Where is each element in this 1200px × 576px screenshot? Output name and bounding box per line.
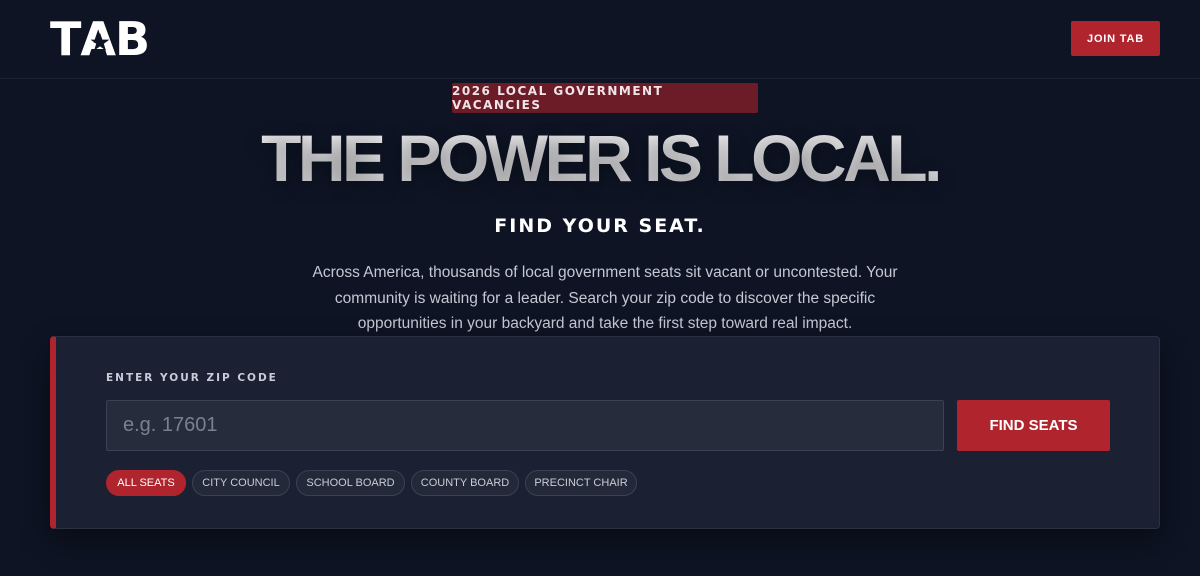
page-title: THE POWER IS LOCAL. [0, 118, 1200, 198]
zip-code-input[interactable] [106, 400, 944, 451]
site-header: TAB JOIN TAB [0, 0, 1200, 79]
intro-paragraph: Across America, thousands of local gover… [312, 264, 898, 332]
filter-chip-all-seats[interactable]: ALL SEATS [106, 470, 186, 496]
filter-chip-precinct-chair[interactable]: PRECINCT CHAIR [525, 470, 637, 496]
zip-search-panel: ENTER YOUR ZIP CODE FIND SEATS ALL SEATS… [50, 336, 1160, 529]
zip-code-label: ENTER YOUR ZIP CODE [106, 372, 278, 384]
join-tab-button[interactable]: JOIN TAB [1071, 21, 1160, 56]
star-icon [90, 33, 110, 51]
vacancies-badge: 2026 LOCAL GOVERNMENT VACANCIES [452, 83, 758, 113]
page-subtitle: FIND YOUR SEAT. [494, 215, 706, 237]
tab-logo[interactable]: TAB [50, 16, 150, 62]
filter-chip-school-board[interactable]: SCHOOL BOARD [296, 470, 405, 496]
find-seats-button[interactable]: FIND SEATS [957, 400, 1110, 451]
filter-chip-city-council[interactable]: CITY COUNCIL [192, 470, 290, 496]
filter-chip-county-board[interactable]: COUNTY BOARD [411, 470, 519, 496]
